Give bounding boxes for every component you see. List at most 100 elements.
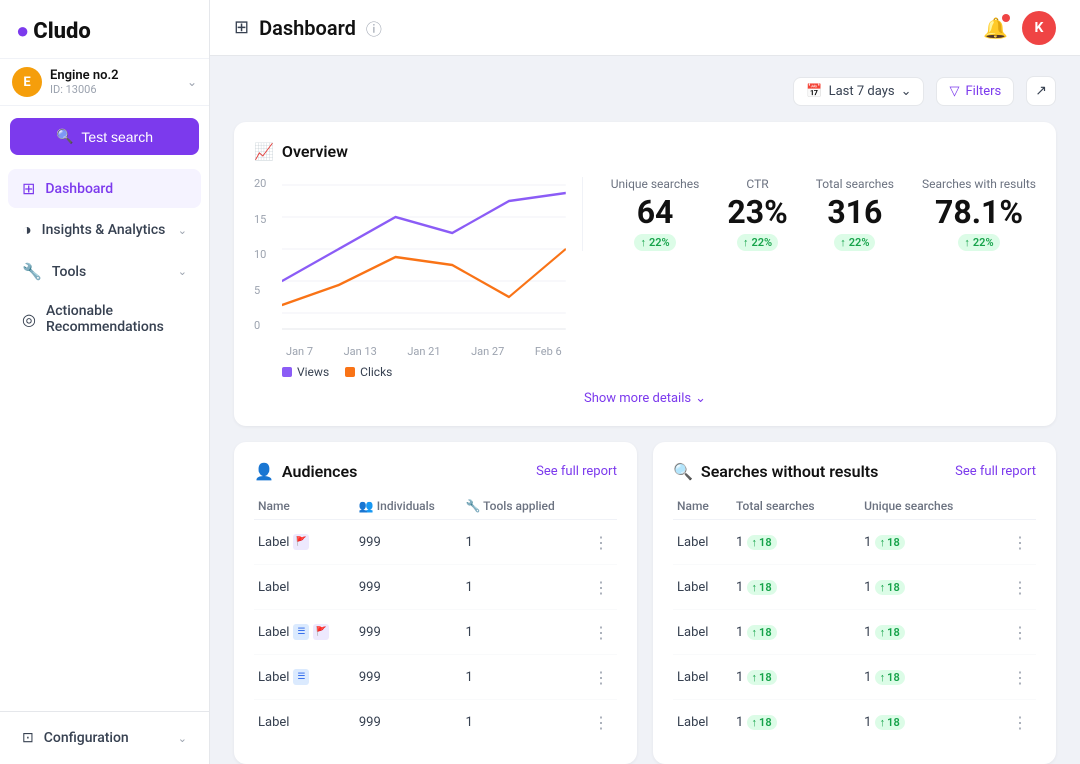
up-arrow: ↑ — [752, 716, 758, 729]
total-badge: ↑ 18 — [747, 625, 777, 640]
search-row-2-total: 1 ↑ 18 — [732, 565, 860, 610]
more-options-button[interactable]: ⋮ — [1008, 620, 1032, 644]
more-options-button[interactable]: ⋮ — [589, 620, 613, 644]
audiences-row-2-individuals: 999 — [355, 565, 462, 610]
dashboard-topbar-icon: ⊞ — [234, 17, 249, 38]
total-searches-value: 316 — [816, 195, 894, 230]
search-row-2-more[interactable]: ⋮ — [1004, 565, 1036, 610]
audiences-row-5-more[interactable]: ⋮ — [585, 700, 617, 745]
table-row: Label ☰ 999 1 ⋮ — [254, 655, 617, 700]
tools-chevron-icon: ⌄ — [178, 265, 187, 278]
engine-selector[interactable]: E Engine no.2 ID: 13006 ⌄ — [0, 58, 209, 106]
audiences-row-2-more[interactable]: ⋮ — [585, 565, 617, 610]
search-row-5-more[interactable]: ⋮ — [1004, 700, 1036, 745]
test-search-button[interactable]: 🔍 Test search — [10, 118, 199, 155]
insights-icon: ◑ — [22, 220, 32, 240]
chart-area: 20 15 10 5 0 — [254, 177, 566, 379]
up-arrow: ↑ — [880, 716, 886, 729]
stats-area: Unique searches 64 ↑ 22% CTR 23% ↑ 22% — [582, 177, 1036, 251]
search-row-4-total: 1 ↑ 18 — [732, 655, 860, 700]
more-options-button[interactable]: ⋮ — [589, 665, 613, 689]
more-options-button[interactable]: ⋮ — [589, 575, 613, 599]
sidebar-item-insights[interactable]: ◑ Insights & Analytics ⌄ — [8, 210, 201, 250]
legend-clicks: Clicks — [345, 365, 392, 379]
sidebar-item-recommendations[interactable]: ◎ Actionable Recommendations — [8, 293, 201, 345]
searches-with-results-label: Searches with results — [922, 177, 1036, 191]
audiences-row-3-more[interactable]: ⋮ — [585, 610, 617, 655]
notifications-button[interactable]: 🔔 — [983, 16, 1008, 40]
sidebar-item-tools[interactable]: 🔧 Tools ⌄ — [8, 252, 201, 291]
unique-badge: ↑ 18 — [875, 535, 905, 550]
more-options-button[interactable]: ⋮ — [589, 530, 613, 554]
list-tag-icon: ☰ — [293, 669, 309, 685]
up-arrow: ↑ — [880, 626, 886, 639]
searches-with-results-value: 78.1% — [922, 195, 1036, 230]
date-range-selector[interactable]: 📅 Last 7 days ⌄ — [793, 77, 924, 106]
more-options-button[interactable]: ⋮ — [1008, 575, 1032, 599]
engine-id: ID: 13006 — [50, 83, 179, 96]
results-up-arrow-icon: ↑ — [964, 236, 970, 249]
searches-see-full-link[interactable]: See full report — [955, 464, 1036, 479]
sidebar-item-dashboard[interactable]: ⊞ Dashboard — [8, 169, 201, 208]
audiences-row-1-more[interactable]: ⋮ — [585, 520, 617, 565]
dashboard-icon: ⊞ — [22, 179, 35, 198]
search-row-4-more[interactable]: ⋮ — [1004, 655, 1036, 700]
overview-card: 📈 Overview 20 15 10 5 0 — [234, 122, 1056, 426]
engine-chevron-icon: ⌄ — [187, 75, 197, 89]
search-no-results-icon: 🔍 — [673, 462, 693, 481]
show-more-button[interactable]: Show more details ⌄ — [254, 391, 1036, 406]
x-label-feb6: Feb 6 — [535, 345, 562, 358]
ctr-badge-value: 22% — [751, 236, 772, 249]
audiences-col-tools: 🔧 Tools applied — [461, 493, 585, 520]
more-options-button[interactable]: ⋮ — [1008, 710, 1032, 734]
audiences-row-3-tools: 1 — [461, 610, 585, 655]
config-chevron-icon: ⌄ — [178, 732, 187, 745]
search-row-3-more[interactable]: ⋮ — [1004, 610, 1036, 655]
total-badge: ↑ 18 — [747, 670, 777, 685]
search-row-1-more[interactable]: ⋮ — [1004, 520, 1036, 565]
search-row-1-total: 1 ↑ 18 — [732, 520, 860, 565]
audiences-row-2-name: Label — [254, 565, 355, 610]
audiences-col-actions — [585, 493, 617, 520]
audiences-see-full-link[interactable]: See full report — [536, 464, 617, 479]
overview-body: 20 15 10 5 0 — [254, 177, 1036, 379]
x-label-jan7: Jan 7 — [286, 345, 313, 358]
unique-searches-badge: ↑ 22% — [634, 234, 675, 251]
unique-searches-value: 64 — [611, 195, 700, 230]
total-searches-badge: ↑ 22% — [834, 234, 875, 251]
audiences-row-1-name: Label 🚩 — [254, 520, 355, 565]
more-options-button[interactable]: ⋮ — [1008, 665, 1032, 689]
audiences-col-individuals: 👥 Individuals — [355, 493, 462, 520]
search-row-4-unique: 1 ↑ 18 — [860, 655, 1004, 700]
overview-title-text: Overview — [282, 142, 348, 161]
tools-label: Tools — [52, 264, 168, 280]
search-row-2-name: Label — [673, 565, 732, 610]
sidebar: ● Cludo E Engine no.2 ID: 13006 ⌄ 🔍 Test… — [0, 0, 210, 764]
export-button[interactable]: ↗ — [1026, 76, 1056, 106]
filters-button[interactable]: ▽ Filters — [936, 77, 1014, 106]
audiences-row-4-more[interactable]: ⋮ — [585, 655, 617, 700]
more-options-button[interactable]: ⋮ — [1008, 530, 1032, 554]
unique-searches-label: Unique searches — [611, 177, 700, 191]
user-avatar[interactable]: K — [1022, 11, 1056, 45]
total-badge: ↑ 18 — [747, 535, 777, 550]
legend-views: Views — [282, 365, 329, 379]
more-options-button[interactable]: ⋮ — [589, 710, 613, 734]
help-icon[interactable]: ⓘ — [366, 16, 382, 40]
recommendations-icon: ◎ — [22, 310, 36, 329]
tools-col-icon: 🔧 — [465, 499, 480, 513]
overview-chart-icon: 📈 — [254, 142, 274, 161]
dashboard-label: Dashboard — [45, 181, 187, 197]
insights-chevron-icon: ⌄ — [178, 224, 187, 237]
sidebar-item-configuration[interactable]: ⊡ Configuration ⌄ — [8, 720, 201, 756]
up-arrow: ↑ — [752, 581, 758, 594]
engine-name: Engine no.2 — [50, 68, 179, 83]
topbar-right: 🔔 K — [983, 11, 1056, 45]
export-icon: ↗ — [1035, 83, 1047, 99]
searches-without-results-table: Name Total searches Unique searches Labe… — [673, 493, 1036, 744]
search-row-2-unique: 1 ↑ 18 — [860, 565, 1004, 610]
searches-without-results-header: 🔍 Searches without results See full repo… — [673, 462, 1036, 481]
notification-dot — [1002, 14, 1010, 22]
unique-badge: ↑ 18 — [875, 670, 905, 685]
table-row: Label 1 ↑ 18 1 ↑ 18 ⋮ — [673, 655, 1036, 700]
